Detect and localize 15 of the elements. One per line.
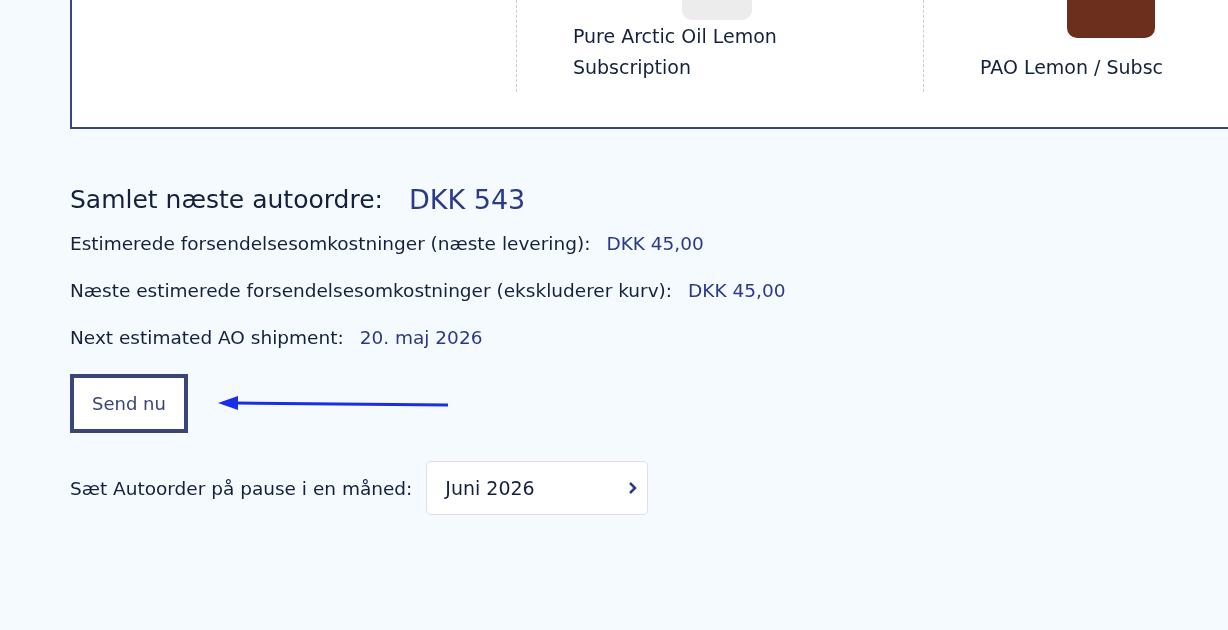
- product-name[interactable]: Pure Arctic Oil Lemon Subscription: [516, 21, 863, 83]
- detail-label: Estimerede forsendelsesomkostninger (næste levering):: [70, 233, 591, 254]
- detail-label: Next estimated AO shipment:: [70, 327, 344, 348]
- detail-value: 20. maj 2026: [359, 327, 483, 348]
- detail-value: DKK 45,00: [606, 233, 704, 254]
- send-button[interactable]: Send nu: [70, 374, 188, 433]
- chevron-right-icon: [628, 481, 638, 495]
- month-select[interactable]: Juni 2026: [426, 461, 649, 515]
- pause-label: Sæt Autoorder på pause i en måned:: [70, 477, 413, 499]
- detail-value: DKK 45,00: [688, 280, 786, 301]
- select-value: Juni 2026: [445, 477, 535, 499]
- detail-label: Næste estimerede forsendelsesomkostninger (ekskluderer kurv):: [70, 280, 673, 301]
- product-name[interactable]: PAO Lemon / Subsc: [924, 52, 1228, 83]
- summary-title: Samlet næste autoordre:: [70, 185, 383, 214]
- summary-total: DKK 543: [408, 184, 526, 215]
